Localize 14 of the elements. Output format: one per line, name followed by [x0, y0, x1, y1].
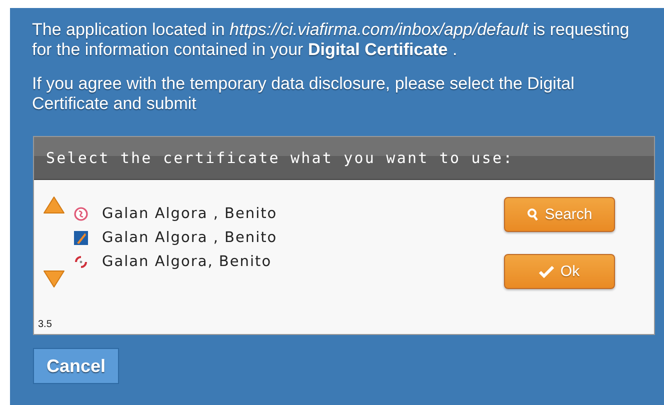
scroll-down-icon[interactable] [43, 270, 65, 288]
stripe-icon [74, 231, 88, 245]
panel-header: Select the certificate what you want to use: [34, 137, 654, 180]
ring-icon [74, 255, 88, 269]
certificate-item[interactable]: Galan Algora, Benito [102, 254, 272, 270]
check-icon [539, 266, 554, 278]
scroll-up-icon[interactable] [43, 196, 65, 214]
message-text: If you agree with the temporary data disclosure, please select the Digital Certificate and submit [32, 74, 576, 114]
certificate-item[interactable]: Galan Algora , Benito [102, 206, 278, 222]
search-icon [526, 208, 539, 221]
seal-icon [74, 207, 88, 221]
certificate-item[interactable]: Galan Algora , Benito [102, 230, 278, 246]
message-text: The application located in https://ci.viafirma.com/inbox/app/default is requesting for the information contained in your Digital Certificate . [32, 20, 630, 60]
version-label: 3.5 [38, 319, 52, 330]
